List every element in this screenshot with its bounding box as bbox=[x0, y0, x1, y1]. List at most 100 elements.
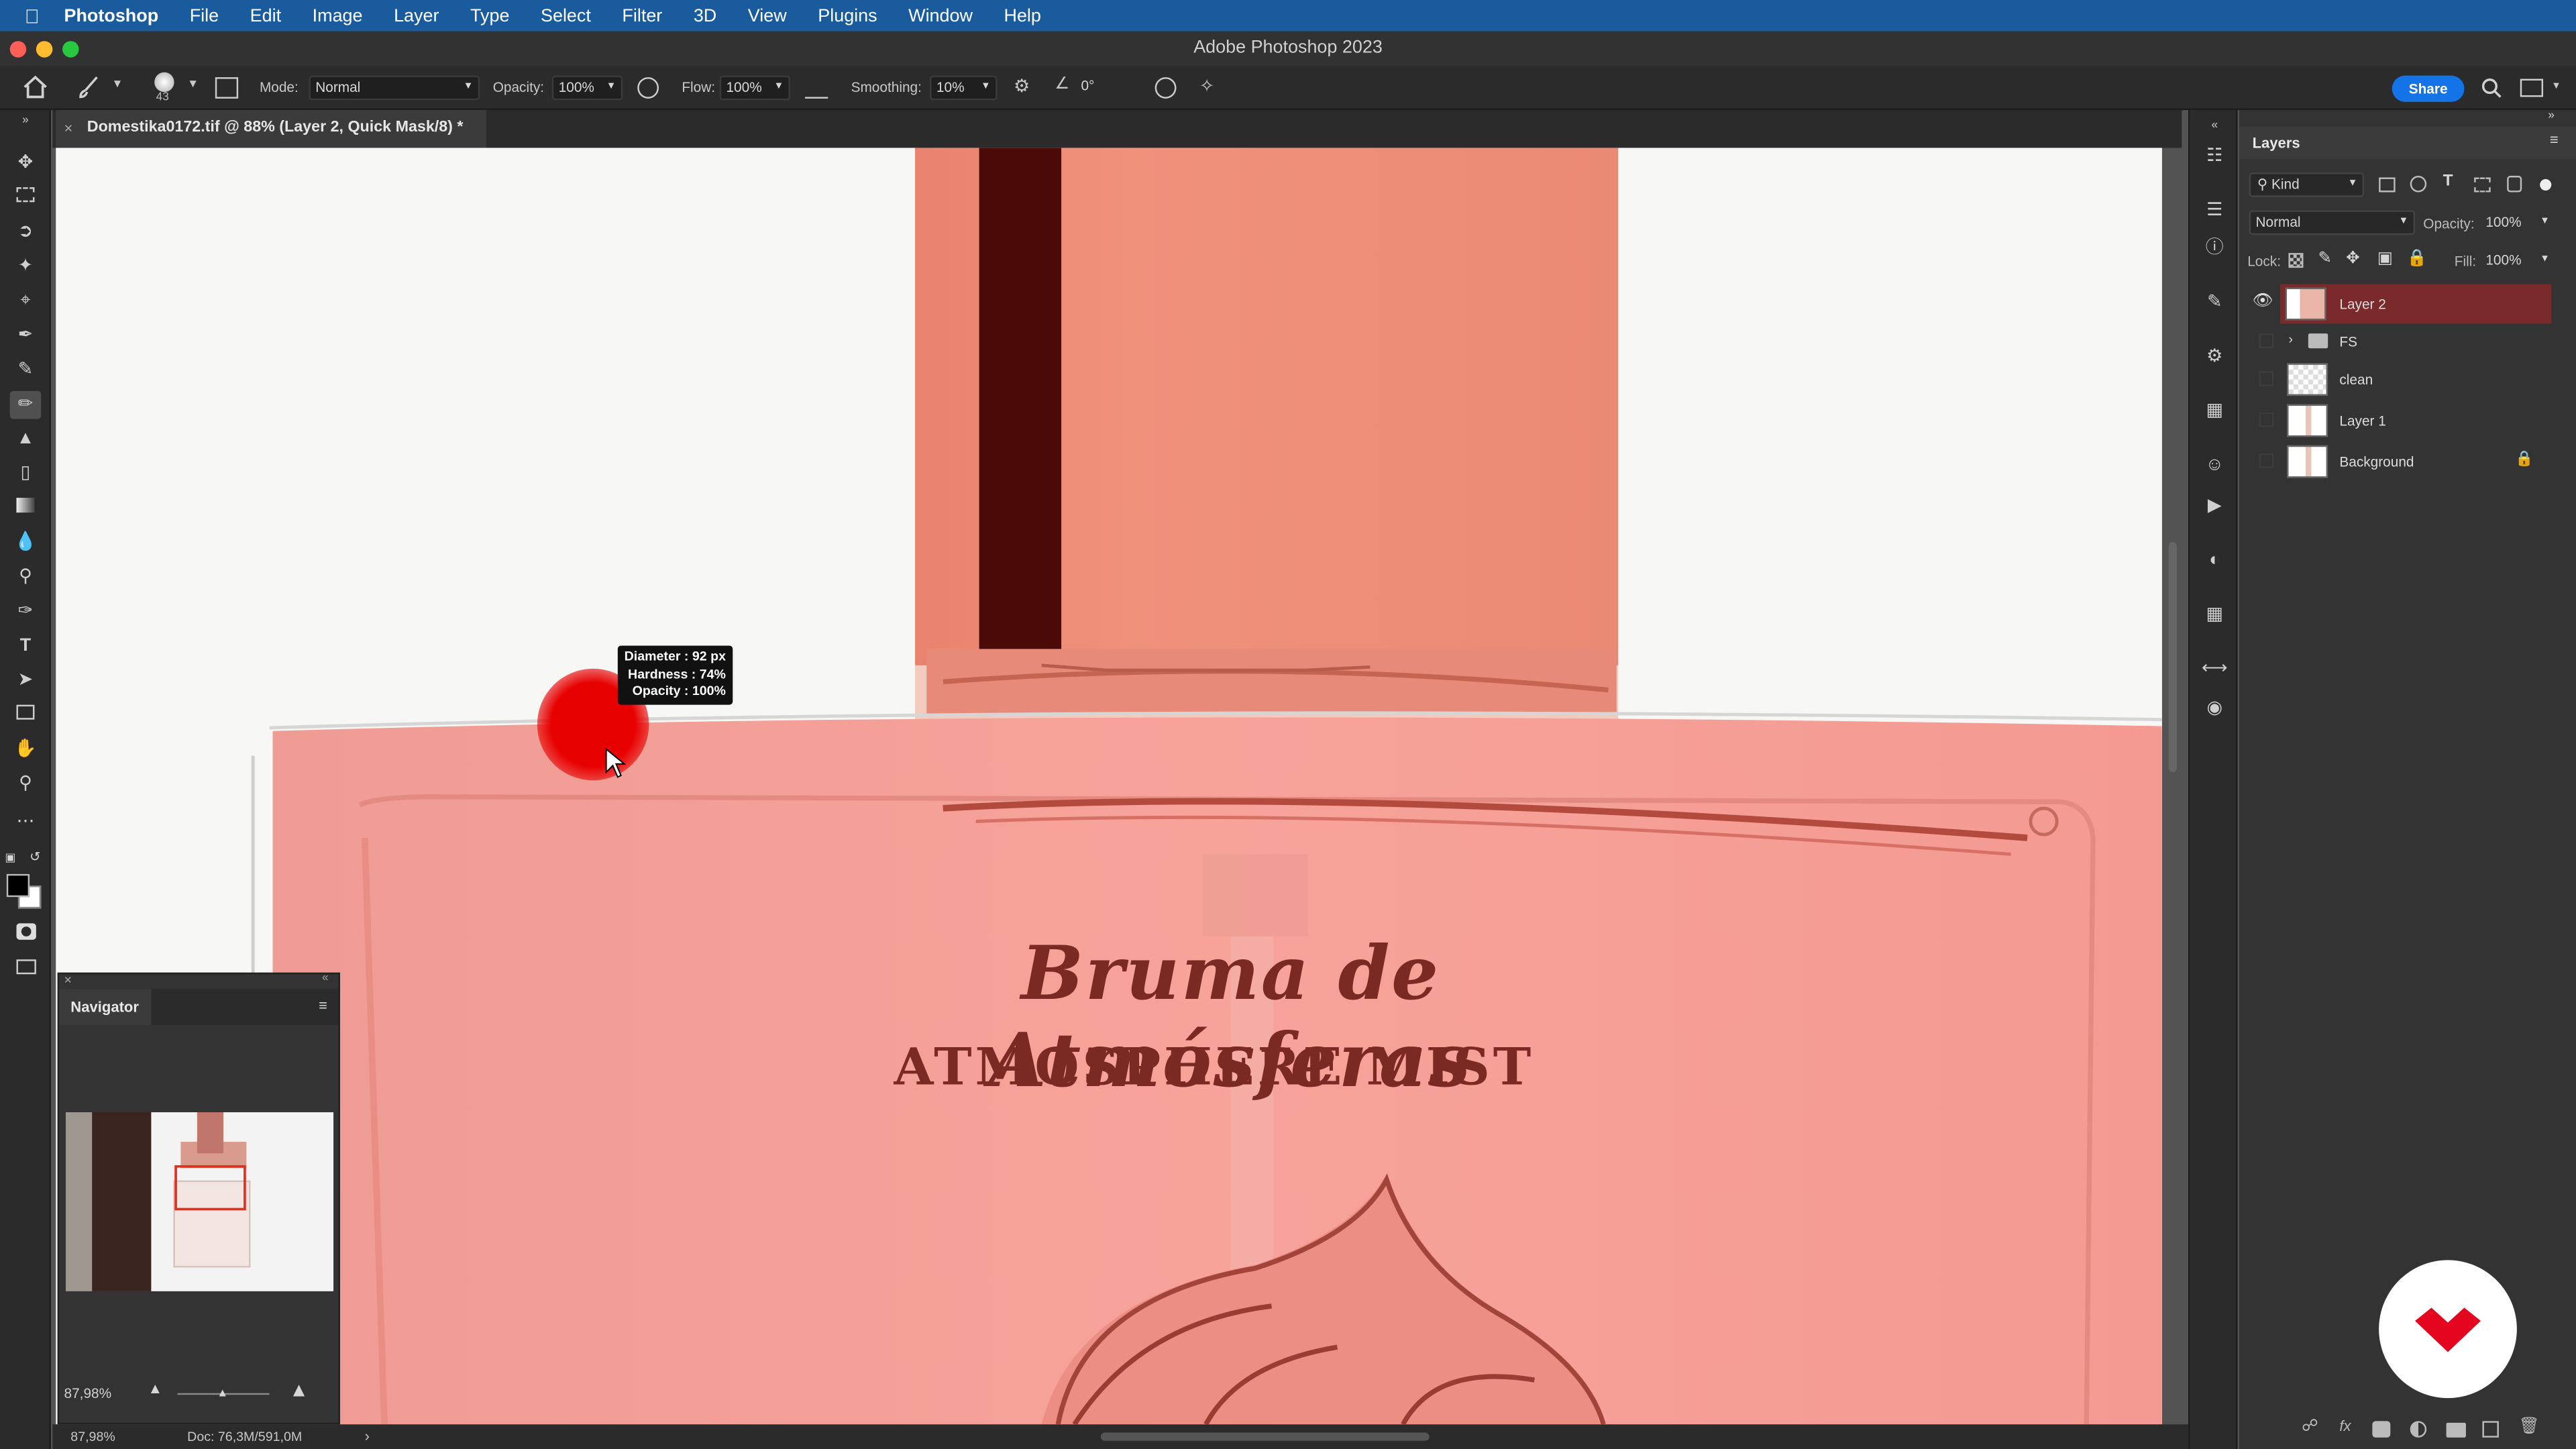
layers-panel-title[interactable]: Layers bbox=[2253, 135, 2300, 151]
home-icon[interactable] bbox=[23, 75, 48, 99]
menu-3d[interactable]: 3D bbox=[694, 6, 716, 25]
menu-help[interactable]: Help bbox=[1004, 6, 1040, 25]
blur-tool-icon[interactable]: 💧 bbox=[10, 529, 42, 557]
minimize-window-button[interactable] bbox=[36, 41, 53, 58]
rectangle-tool-icon[interactable] bbox=[10, 702, 42, 730]
pen-tool-icon[interactable]: ✑ bbox=[10, 598, 42, 626]
layer-row-layer-2[interactable]: 👁 Layer 2 bbox=[2253, 284, 2552, 324]
visibility-toggle[interactable] bbox=[2259, 453, 2274, 468]
chevron-right-icon[interactable]: › bbox=[2288, 332, 2293, 347]
apple-icon[interactable]:  bbox=[25, 4, 40, 27]
menu-layer[interactable]: Layer bbox=[394, 6, 439, 25]
pressure-size-icon[interactable] bbox=[1155, 77, 1177, 99]
crop-tool-icon[interactable]: ⌖ bbox=[10, 288, 42, 316]
more-tools-icon[interactable]: ⋯ bbox=[10, 808, 42, 837]
layer-opacity-input[interactable]: 100% ▼ bbox=[2482, 210, 2555, 235]
menu-edit[interactable]: Edit bbox=[250, 6, 281, 25]
brush-tool-icon[interactable]: ✏ bbox=[9, 390, 42, 419]
close-tab-icon[interactable]: × bbox=[64, 110, 73, 146]
swatches-icon[interactable]: ▦ bbox=[2200, 601, 2229, 627]
airbrush-icon[interactable] bbox=[805, 77, 828, 99]
layer-style-icon[interactable]: fx bbox=[2339, 1417, 2351, 1434]
angle-input[interactable]: 0° bbox=[1076, 76, 1134, 101]
healing-brush-tool-icon[interactable]: ✎ bbox=[10, 356, 42, 384]
collapse-icon[interactable]: » bbox=[2548, 110, 2555, 121]
layer-row-background[interactable]: Background 🔒 bbox=[2243, 442, 2555, 482]
brush-preset-icon[interactable] bbox=[154, 72, 174, 93]
new-group-icon[interactable] bbox=[2446, 1422, 2466, 1438]
gear-icon[interactable]: ⚙ bbox=[1014, 76, 1030, 97]
quick-mask-icon[interactable] bbox=[10, 922, 42, 950]
menu-window[interactable]: Window bbox=[908, 6, 973, 25]
smoothing-input[interactable]: 10% ▼ bbox=[930, 75, 998, 101]
visibility-toggle[interactable] bbox=[2259, 412, 2274, 427]
lock-all-icon[interactable]: 🔒 bbox=[2407, 250, 2427, 268]
navigator-zoom-value[interactable]: 87,98% bbox=[64, 1385, 112, 1401]
menu-image[interactable]: Image bbox=[313, 6, 363, 25]
filter-type-icon[interactable]: T bbox=[2443, 172, 2453, 191]
menu-file[interactable]: File bbox=[190, 6, 219, 25]
stamp-tool-icon[interactable]: ▲ bbox=[10, 425, 42, 453]
type-tool-icon[interactable]: T bbox=[10, 633, 42, 661]
move-tool-icon[interactable]: ✥ bbox=[10, 150, 42, 178]
color-icon[interactable]: ◐ bbox=[2200, 547, 2229, 574]
chevron-right-icon[interactable]: › bbox=[365, 1428, 370, 1444]
filter-pixel-icon[interactable] bbox=[2379, 177, 2396, 193]
magic-wand-tool-icon[interactable]: ✦ bbox=[10, 253, 42, 281]
filter-shape-icon[interactable] bbox=[2474, 177, 2491, 193]
pressure-opacity-icon[interactable] bbox=[637, 77, 659, 99]
zoom-window-button[interactable] bbox=[62, 41, 79, 58]
path-selection-tool-icon[interactable]: ➤ bbox=[10, 667, 42, 695]
dodge-tool-icon[interactable]: ⚲ bbox=[10, 564, 42, 592]
lock-transparent-icon[interactable] bbox=[2288, 253, 2304, 268]
eyedropper-tool-icon[interactable]: ✒ bbox=[10, 322, 42, 350]
filter-toggle-icon[interactable] bbox=[2540, 178, 2552, 191]
document-tab[interactable]: × Domestika0172.tif @ 88% (Layer 2, Quic… bbox=[56, 110, 486, 148]
panel-menu-icon[interactable]: ≡ bbox=[319, 998, 327, 1014]
foreground-color-swatch[interactable] bbox=[6, 873, 30, 898]
add-mask-icon[interactable] bbox=[2372, 1421, 2391, 1438]
eye-icon[interactable]: 👁 bbox=[2253, 292, 2273, 311]
marquee-tool-icon[interactable] bbox=[10, 184, 42, 212]
document-canvas[interactable]: Bruma de Atmósferas ATMOSPHERE MIST Diam… bbox=[56, 148, 2162, 1425]
lock-artboard-icon[interactable]: ▣ bbox=[2377, 250, 2393, 268]
adjustment-layer-icon[interactable] bbox=[2410, 1421, 2427, 1438]
workspace-icon[interactable] bbox=[2520, 78, 2544, 97]
brush-settings-icon[interactable]: ⚙ bbox=[2200, 343, 2229, 370]
opacity-input[interactable]: 100% ▼ bbox=[551, 75, 623, 101]
brush-tool-icon[interactable] bbox=[77, 76, 100, 99]
filter-smart-object-icon[interactable] bbox=[2507, 176, 2522, 193]
navigator-title[interactable]: Navigator bbox=[59, 989, 152, 1026]
menu-type[interactable]: Type bbox=[470, 6, 509, 25]
menu-view[interactable]: View bbox=[748, 6, 787, 25]
collapse-icon[interactable]: » bbox=[10, 113, 42, 129]
menu-select[interactable]: Select bbox=[541, 6, 591, 25]
layer-row-layer-1[interactable]: Layer 1 bbox=[2243, 401, 2555, 441]
visibility-toggle[interactable] bbox=[2259, 371, 2274, 386]
zoom-tool-icon[interactable]: ⚲ bbox=[10, 771, 42, 799]
history-icon[interactable]: ☷ bbox=[2200, 143, 2229, 169]
layer-row-fs-group[interactable]: › FS bbox=[2243, 322, 2555, 362]
collapse-icon[interactable]: « bbox=[322, 973, 329, 984]
layer-row-clean[interactable]: clean bbox=[2243, 360, 2555, 399]
screen-mode-icon[interactable] bbox=[10, 956, 42, 984]
chevron-down-icon[interactable]: ▼ bbox=[112, 79, 123, 91]
new-layer-icon[interactable] bbox=[2482, 1421, 2499, 1438]
layer-fill-input[interactable]: 100% ▼ bbox=[2482, 248, 2555, 273]
zoom-slider-handle[interactable]: ▲ bbox=[217, 1388, 228, 1399]
lock-pixels-icon[interactable]: ✎ bbox=[2318, 250, 2332, 268]
search-icon[interactable] bbox=[2481, 77, 2502, 99]
link-layers-icon[interactable]: ☍ bbox=[2302, 1417, 2318, 1436]
mode-select[interactable]: Normal ▼ bbox=[309, 75, 480, 101]
collapse-icon[interactable]: « bbox=[2200, 113, 2229, 140]
zoom-in-icon[interactable]: ▲ bbox=[289, 1379, 309, 1401]
swap-colors-icon[interactable]: ↺ bbox=[30, 849, 40, 864]
filter-adjustment-icon[interactable] bbox=[2410, 176, 2427, 193]
horizontal-scrollbar[interactable] bbox=[1100, 1432, 1430, 1441]
adjustments-icon[interactable]: ☰ bbox=[2200, 197, 2229, 223]
tool-presets-icon[interactable]: ☺ bbox=[2200, 451, 2229, 478]
layer-filter-select[interactable]: ⚲ Kind ▼ bbox=[2249, 172, 2365, 197]
lasso-tool-icon[interactable]: ➲ bbox=[10, 219, 42, 247]
actions-play-icon[interactable]: ▶ bbox=[2200, 493, 2229, 519]
close-window-button[interactable] bbox=[9, 41, 27, 58]
